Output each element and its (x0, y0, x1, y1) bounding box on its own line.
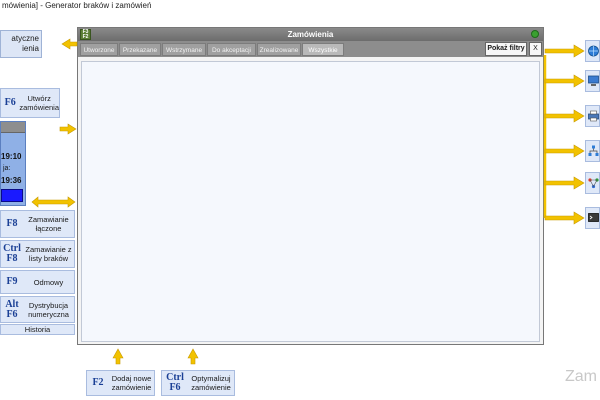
arrow-right-5 (544, 176, 585, 190)
arrow-overlay (31, 38, 585, 365)
arrow-info-bidirectional (31, 196, 76, 208)
watermark-text: Zam (565, 368, 597, 385)
arrow-up-add-order (112, 348, 124, 365)
arrow-create-to-window (59, 123, 77, 135)
arrow-right-4 (544, 144, 585, 158)
arrow-up-optimize (187, 348, 199, 365)
arrow-right-3 (544, 109, 585, 123)
arrow-right-6 (544, 211, 585, 225)
arrow-to-window-tabs (61, 38, 78, 50)
arrow-right-2 (544, 74, 585, 88)
arrow-right-1 (544, 44, 585, 58)
